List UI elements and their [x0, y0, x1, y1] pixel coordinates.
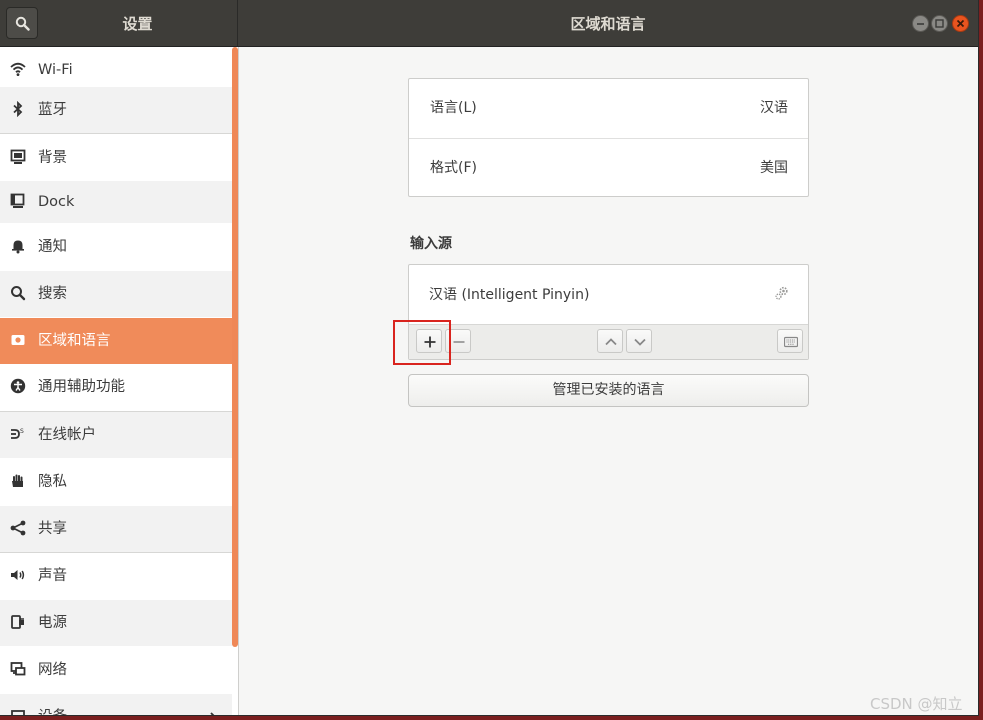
input-source-row[interactable]: 汉语 (Intelligent Pinyin) [409, 265, 808, 325]
sidebar: Wi-Fi 蓝牙 背景 Dock 通知 搜索 区域和语言 通用辅助功能 S 在线… [0, 47, 239, 715]
sidebar-item-power[interactable]: 电源 [0, 600, 232, 646]
chevron-down-icon [634, 338, 646, 346]
sidebar-item-label: 设备 [38, 694, 67, 715]
page-title: 区域和语言 [570, 15, 646, 33]
sidebar-item-label: 搜索 [38, 286, 67, 302]
gear-icon[interactable] [774, 285, 790, 301]
region-icon [11, 335, 25, 345]
hand-icon [12, 474, 23, 487]
minus-icon [453, 341, 465, 343]
maximize-button[interactable] [931, 15, 948, 32]
devices-icon [11, 710, 25, 715]
move-up-button[interactable] [597, 329, 623, 353]
sidebar-item-privacy[interactable]: 隐私 [0, 459, 232, 505]
search-icon [15, 16, 30, 31]
sidebar-title: 设置 [122, 15, 153, 33]
sidebar-item-label: 电源 [38, 615, 67, 631]
sidebar-item-region-language[interactable]: 区域和语言 [0, 318, 232, 364]
sidebar-item-online-accounts[interactable]: S 在线帐户 [0, 412, 232, 458]
chevron-up-icon [605, 338, 617, 346]
sidebar-scrollbar[interactable] [232, 47, 238, 647]
language-row[interactable]: 语言(L) 汉语 [409, 79, 808, 139]
sidebar-item-label: 在线帐户 [38, 427, 96, 443]
svg-text:S: S [20, 428, 24, 435]
sidebar-item-dock[interactable]: Dock [0, 181, 232, 223]
move-down-button[interactable] [626, 329, 652, 353]
maximize-icon [935, 19, 944, 28]
sidebar-item-label: 共享 [38, 521, 67, 537]
sidebar-item-label: 背景 [38, 150, 67, 166]
power-icon [11, 615, 24, 629]
main-panel: 语言(L) 汉语 格式(F) 美国 输入源 汉语 (Intelligent Pi… [239, 47, 978, 715]
input-sources-title: 输入源 [410, 236, 452, 252]
accessibility-icon [10, 378, 26, 394]
header-bar: 设置 区域和语言 [0, 0, 978, 47]
minimize-icon [917, 23, 924, 25]
close-button[interactable] [952, 15, 969, 32]
watermark: CSDN @知立 [870, 695, 963, 713]
wifi-icon [10, 62, 26, 76]
highlight-annotation [393, 320, 451, 365]
sidebar-item-notifications[interactable]: 通知 [0, 224, 232, 270]
sidebar-item-background[interactable]: 背景 [0, 135, 232, 181]
language-value: 汉语 [760, 100, 788, 116]
keyboard-layout-button[interactable] [777, 329, 803, 353]
search-button[interactable] [6, 7, 38, 39]
sidebar-item-label: 通知 [38, 239, 67, 255]
search-icon [11, 286, 26, 301]
sidebar-item-bluetooth[interactable]: 蓝牙 [0, 87, 232, 134]
format-row[interactable]: 格式(F) 美国 [409, 139, 808, 198]
sidebar-item-label: 蓝牙 [38, 102, 67, 118]
sidebar-item-accessibility[interactable]: 通用辅助功能 [0, 364, 232, 412]
speaker-icon [11, 570, 25, 580]
keyboard-icon [784, 336, 798, 348]
sidebar-item-label: 隐私 [38, 474, 67, 490]
close-icon [956, 19, 965, 28]
sidebar-item-label: Dock [38, 194, 75, 210]
sidebar-item-network[interactable]: 网络 [0, 647, 232, 693]
online-accounts-icon: S [11, 428, 24, 439]
bluetooth-icon [13, 101, 23, 117]
chevron-right-icon [210, 712, 215, 715]
sidebar-item-sound[interactable]: 声音 [0, 553, 232, 599]
sidebar-item-label: 区域和语言 [38, 333, 111, 349]
network-icon [10, 662, 26, 676]
sidebar-item-sharing[interactable]: 共享 [0, 506, 232, 553]
minimize-button[interactable] [912, 15, 929, 32]
sidebar-item-search[interactable]: 搜索 [0, 271, 232, 317]
header-left: 设置 [0, 0, 238, 46]
input-source-label: 汉语 (Intelligent Pinyin) [429, 287, 590, 303]
dock-icon [10, 193, 25, 208]
language-label: 语言(L) [430, 100, 477, 116]
sidebar-item-label: 通用辅助功能 [38, 379, 125, 395]
background-icon [10, 149, 26, 164]
manage-languages-button[interactable]: 管理已安装的语言 [408, 374, 809, 407]
input-sources-toolbar [409, 325, 808, 359]
sidebar-item-label: 声音 [38, 568, 67, 584]
language-format-list: 语言(L) 汉语 格式(F) 美国 [408, 78, 809, 197]
share-icon [10, 520, 26, 536]
sidebar-item-label: 网络 [38, 662, 67, 678]
settings-window: 设置 区域和语言 Wi-Fi 蓝牙 背景 Dock 通知 搜索 区域和语言 通用… [0, 0, 979, 716]
bell-icon [12, 240, 24, 254]
sidebar-item-devices[interactable]: 设备 [0, 694, 232, 715]
input-sources-list: 汉语 (Intelligent Pinyin) [408, 264, 809, 360]
format-value: 美国 [760, 160, 788, 176]
format-label: 格式(F) [430, 160, 477, 176]
